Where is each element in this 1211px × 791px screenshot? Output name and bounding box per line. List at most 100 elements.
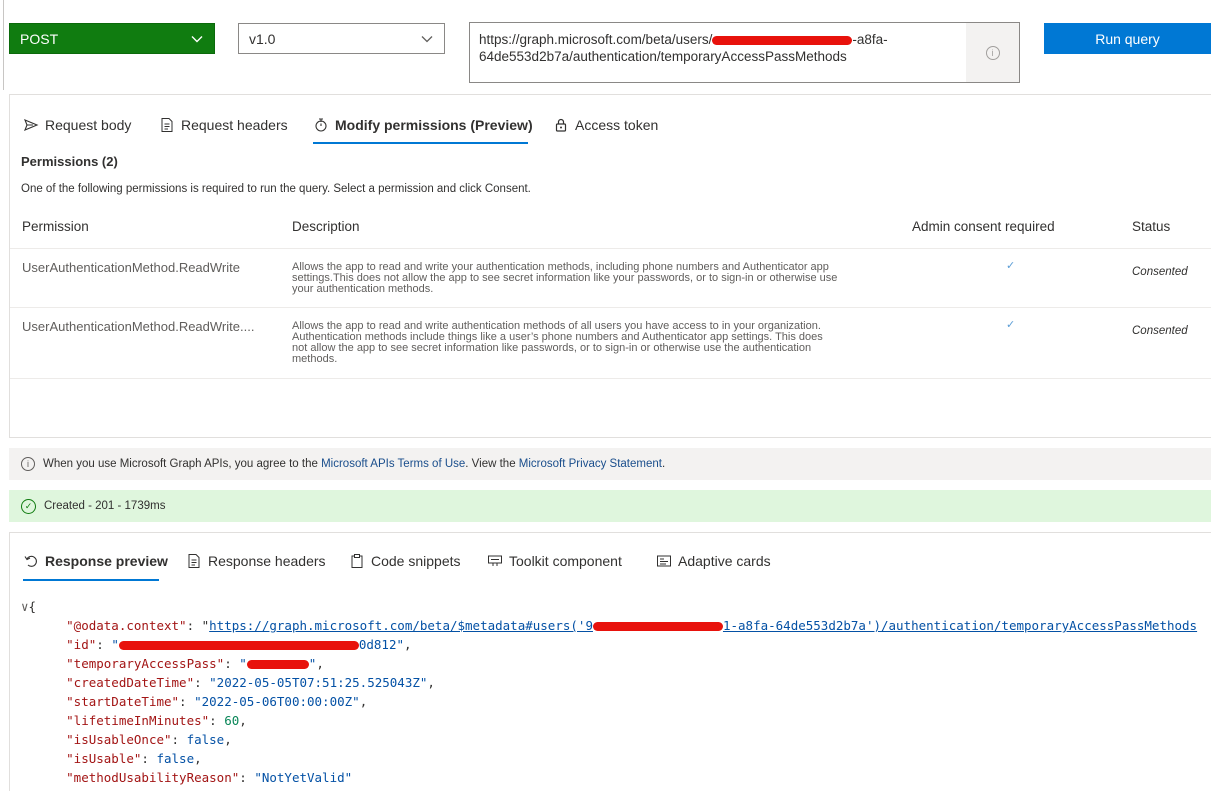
version-dropdown[interactable]: v1.0 <box>238 23 445 54</box>
permission-description: Allows the app to read and write your au… <box>292 262 892 295</box>
json-key: "lifetimeInMinutes" <box>66 713 210 728</box>
terms-mid: . View the <box>465 458 516 470</box>
json-key: "isUsableOnce" <box>66 732 172 747</box>
info-icon: i <box>21 457 35 471</box>
column-header-permission: Permission <box>22 219 89 234</box>
run-query-button[interactable]: Run query <box>1044 23 1211 54</box>
redaction-mark <box>592 622 723 631</box>
column-header-status: Status <box>1132 219 1171 234</box>
json-key: "temporaryAccessPass" <box>66 656 225 671</box>
chevron-down-icon <box>421 35 433 42</box>
tab-label: Response headers <box>208 553 326 569</box>
json-key: "id" <box>66 637 97 652</box>
json-key: "createdDateTime" <box>66 675 195 690</box>
json-value: " " <box>239 656 317 671</box>
clipboard-icon <box>351 554 363 568</box>
json-key: "methodUsabilityReason" <box>66 770 240 785</box>
status-text: Consented <box>1132 266 1188 278</box>
table-divider <box>10 307 1211 308</box>
query-url-text[interactable]: https://graph.microsoft.com/beta/users/ -… <box>479 31 949 65</box>
tab-code-snippets[interactable]: Code snippets <box>349 541 461 581</box>
description-line: your authentication methods. <box>292 283 434 295</box>
document-icon <box>161 118 173 132</box>
chevron-down-icon <box>191 35 203 42</box>
json-value: "NotYetValid" <box>254 770 353 785</box>
query-url-input[interactable]: https://graph.microsoft.com/beta/users/ -… <box>469 22 1020 83</box>
permission-description: Allows the app to read and write authent… <box>292 321 892 365</box>
checkmark-icon: ✓ <box>1006 319 1016 331</box>
response-json-viewer[interactable]: ∨{ "@odata.context": "https://graph.micr… <box>21 597 1197 787</box>
url-prefix: https://graph.microsoft.com/beta/users/ <box>479 32 713 47</box>
table-divider <box>10 248 1211 249</box>
json-value: "2022-05-06T00:00:00Z" <box>194 694 360 709</box>
tap-suffix: " <box>308 656 317 671</box>
json-key: "startDateTime" <box>66 694 180 709</box>
table-divider <box>10 378 1211 379</box>
column-header-admin-consent: Admin consent required <box>912 219 1055 234</box>
document-icon <box>188 554 200 568</box>
card-icon <box>657 555 671 567</box>
json-value: false <box>156 751 195 766</box>
json-key: "isUsable" <box>66 751 142 766</box>
tab-response-preview[interactable]: Response preview <box>23 541 168 581</box>
context-suffix: 1-a8fa-64de553d2b7a')/authentication/tem… <box>722 618 1198 633</box>
json-value: "2022-05-05T07:51:25.525043Z" <box>209 675 428 690</box>
status-text: Created - 201 - 1739ms <box>44 500 166 512</box>
tab-label: Modify permissions (Preview) <box>335 117 533 133</box>
privacy-statement-link[interactable]: Microsoft Privacy Statement <box>519 458 662 470</box>
json-key: "@odata.context" <box>66 618 187 633</box>
column-header-description: Description <box>292 219 360 234</box>
success-check-icon: ✓ <box>21 498 36 514</box>
http-method-value: POST <box>20 30 59 47</box>
tab-label: Code snippets <box>371 553 461 569</box>
url-info-button[interactable]: i <box>966 23 1019 82</box>
tab-label: Request headers <box>181 117 288 133</box>
tab-request-body[interactable]: Request body <box>23 105 131 145</box>
checkmark-icon: ✓ <box>1006 260 1016 272</box>
permissions-title: Permissions (2) <box>21 154 118 169</box>
version-value: v1.0 <box>249 30 276 47</box>
url-line-2: 64de553d2b7a/authentication/temporaryAcc… <box>479 49 847 64</box>
info-icon: i <box>985 45 1000 60</box>
response-status-bar: ✓ Created - 201 - 1739ms <box>9 490 1211 522</box>
tab-toolkit-component[interactable]: Toolkit component <box>487 541 622 581</box>
tab-label: Request body <box>45 117 132 133</box>
tab-access-token[interactable]: Access token <box>553 105 658 145</box>
http-method-dropdown[interactable]: POST <box>9 23 215 54</box>
tab-request-headers[interactable]: Request headers <box>159 105 288 145</box>
odata-context-link[interactable]: https://graph.microsoft.com/beta/$metada… <box>209 618 1197 633</box>
terms-text: When you use Microsoft Graph APIs, you a… <box>43 458 665 470</box>
undo-icon <box>24 555 37 567</box>
tab-response-headers[interactable]: Response headers <box>186 541 326 581</box>
terms-notice-bar: i When you use Microsoft Graph APIs, you… <box>9 448 1211 480</box>
left-border <box>3 0 4 90</box>
permission-name: UserAuthenticationMethod.ReadWrite <box>22 260 240 275</box>
terms-pre: When you use Microsoft Graph APIs, you a… <box>43 458 318 470</box>
tab-label: Toolkit component <box>509 553 622 569</box>
active-tab-indicator <box>313 142 528 144</box>
redaction-mark <box>118 641 359 650</box>
json-value: false <box>186 732 225 747</box>
json-value: " 0d812" <box>111 637 405 652</box>
active-tab-indicator <box>23 579 159 581</box>
lock-icon <box>555 118 567 132</box>
request-panel: Request body Request headers Modify perm… <box>9 94 1211 438</box>
id-suffix: 0d812" <box>358 637 405 652</box>
url-suffix: -a8fa- <box>852 32 888 47</box>
json-value: 60 <box>224 713 240 728</box>
context-prefix: https://graph.microsoft.com/beta/$metada… <box>209 618 593 633</box>
tab-modify-permissions[interactable]: Modify permissions (Preview) <box>313 105 533 145</box>
terms-of-use-link[interactable]: Microsoft APIs Terms of Use <box>321 458 465 470</box>
redaction-mark <box>712 35 853 45</box>
permission-name: UserAuthenticationMethod.ReadWrite.... <box>22 319 255 334</box>
terms-post: . <box>661 458 666 470</box>
collapse-chevron-icon[interactable]: ∨ <box>21 599 29 614</box>
tab-adaptive-cards[interactable]: Adaptive cards <box>656 541 771 581</box>
toolkit-icon <box>488 555 502 566</box>
permission-icon <box>315 118 327 132</box>
tab-label: Access token <box>575 117 659 133</box>
tab-label: Adaptive cards <box>678 553 771 569</box>
redaction-mark <box>246 660 309 669</box>
send-icon <box>24 118 39 132</box>
permissions-subtitle: One of the following permissions is requ… <box>21 183 531 195</box>
